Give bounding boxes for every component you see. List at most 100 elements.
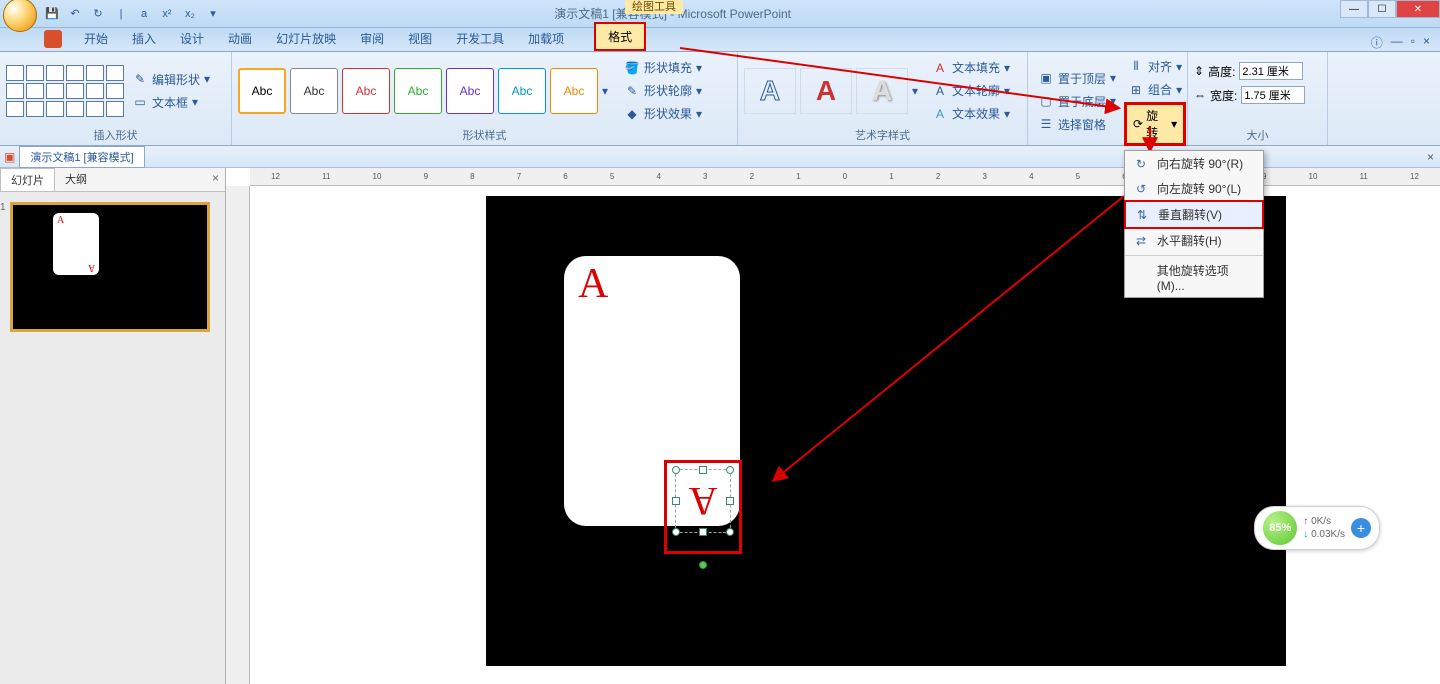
flip-vertical[interactable]: ⇅垂直翻转(V) xyxy=(1124,200,1264,229)
selection-pane-button[interactable]: ☰选择窗格 xyxy=(1034,114,1120,135)
ribbon-close-icon[interactable]: × xyxy=(1423,34,1430,51)
effects-icon: ◆ xyxy=(624,106,640,122)
text-box-label: 文本框 xyxy=(152,94,188,111)
text-box-button[interactable]: ▭文本框 ▾ xyxy=(128,92,214,113)
flip-horizontal[interactable]: ⇄水平翻转(H) xyxy=(1125,228,1263,253)
resize-handle[interactable] xyxy=(699,528,707,536)
side-tabs: 幻灯片 大纲 × xyxy=(0,168,225,192)
group-label-shape-styles: 形状样式 xyxy=(238,125,731,143)
qat-sep: | xyxy=(111,4,131,24)
minimize-button[interactable]: — xyxy=(1340,0,1368,18)
titlebar: 💾 ↶ ↻ | a x² x₂ ▾ 演示文稿1 [兼容模式] - Microso… xyxy=(0,0,1440,28)
send-back-button[interactable]: ▢置于底层 ▾ xyxy=(1034,91,1120,112)
height-input[interactable] xyxy=(1239,62,1303,80)
shape-effects-label: 形状效果 xyxy=(644,105,692,122)
resize-handle[interactable] xyxy=(726,497,734,505)
network-speed-widget[interactable]: 85% ↑ 0K/s ↓ 0.03K/s + xyxy=(1254,506,1380,550)
qat-extra-3[interactable]: x₂ xyxy=(180,4,200,24)
download-speed: 0.03K/s xyxy=(1311,529,1345,540)
text-effects-button[interactable]: A文本效果 ▾ xyxy=(928,103,1014,124)
maximize-button[interactable]: ☐ xyxy=(1368,0,1396,18)
tab-slides[interactable]: 幻灯片 xyxy=(0,168,55,191)
bring-front-label: 置于顶层 xyxy=(1058,70,1106,87)
more-rotate-options[interactable]: 其他旋转选项(M)... xyxy=(1125,258,1263,297)
upload-icon: ↑ xyxy=(1303,516,1308,527)
tab-home[interactable]: 开始 xyxy=(72,26,120,51)
gallery-more-icon[interactable]: ▾ xyxy=(602,84,608,98)
thumb-letter-top: A xyxy=(57,215,64,226)
selection-pane-label: 选择窗格 xyxy=(1058,116,1106,133)
tab-view[interactable]: 视图 xyxy=(396,26,444,51)
style-sample: Abc xyxy=(356,84,377,98)
wa-sample: A xyxy=(760,75,780,107)
resize-handle[interactable] xyxy=(726,466,734,474)
text-effects-label: 文本效果 xyxy=(952,105,1000,122)
flip-v-label: 垂直翻转(V) xyxy=(1158,206,1222,223)
rotate-label: 旋转 xyxy=(1146,107,1168,141)
tab-insert[interactable]: 插入 xyxy=(120,26,168,51)
shape-fill-label: 形状填充 xyxy=(644,59,692,76)
qat-extra-2[interactable]: x² xyxy=(157,4,177,24)
width-input[interactable] xyxy=(1241,86,1305,104)
tab-design[interactable]: 设计 xyxy=(168,26,216,51)
speed-plus-button[interactable]: + xyxy=(1351,518,1371,538)
edit-shape-label: 编辑形状 xyxy=(152,71,200,88)
tab-outline[interactable]: 大纲 xyxy=(55,168,97,191)
resize-handle[interactable] xyxy=(726,528,734,536)
tab-addins[interactable]: 加载项 xyxy=(516,26,576,51)
shape-gallery[interactable] xyxy=(6,65,124,117)
tab-format[interactable]: 格式 xyxy=(594,22,646,51)
ribbon-restore-icon[interactable]: ▫ xyxy=(1411,34,1415,51)
tab-review[interactable]: 审阅 xyxy=(348,26,396,51)
rotate-left-label: 向左旋转 90°(L) xyxy=(1157,180,1241,197)
qat-dropdown-icon[interactable]: ▾ xyxy=(203,4,223,24)
shape-outline-button[interactable]: ✎形状轮廓 ▾ xyxy=(620,80,706,101)
resize-handle[interactable] xyxy=(672,528,680,536)
side-close-icon[interactable]: × xyxy=(206,168,225,191)
resize-handle[interactable] xyxy=(699,466,707,474)
text-fill-label: 文本填充 xyxy=(952,59,1000,76)
wa-gallery-more-icon[interactable]: ▾ xyxy=(912,84,918,98)
resize-handle[interactable] xyxy=(672,466,680,474)
rotation-handle[interactable] xyxy=(699,561,707,569)
shape-fill-button[interactable]: 🪣形状填充 ▾ xyxy=(620,57,706,78)
undo-icon[interactable]: ↶ xyxy=(65,4,85,24)
style-sample: Abc xyxy=(564,84,585,98)
close-button[interactable]: ✕ xyxy=(1396,0,1440,18)
edit-shape-button[interactable]: ✎编辑形状 ▾ xyxy=(128,69,214,90)
shape-style-gallery[interactable]: Abc Abc Abc Abc Abc Abc Abc xyxy=(238,68,598,114)
resize-handle[interactable] xyxy=(672,497,680,505)
bring-front-button[interactable]: ▣置于顶层 ▾ xyxy=(1034,68,1120,89)
width-label: 宽度: xyxy=(1210,87,1237,104)
group-label-size: 大小 xyxy=(1194,125,1321,143)
wordart-gallery[interactable]: A A A xyxy=(744,68,908,114)
speed-text: ↑ 0K/s ↓ 0.03K/s xyxy=(1303,515,1345,541)
align-button[interactable]: ⫴对齐 ▾ xyxy=(1124,56,1186,77)
text-outline-button[interactable]: A文本轮廓 ▾ xyxy=(928,80,1014,101)
help-icon[interactable]: ⓘ xyxy=(1371,34,1383,51)
pen-icon: ✎ xyxy=(624,83,640,99)
text-fill-button[interactable]: A文本填充 ▾ xyxy=(928,57,1014,78)
speed-percent: 85% xyxy=(1263,511,1297,545)
document-tab[interactable]: 演示文稿1 [兼容模式] xyxy=(19,146,144,168)
rotate-right-label: 向右旋转 90°(R) xyxy=(1157,155,1243,172)
tab-developer[interactable]: 开发工具 xyxy=(444,26,516,51)
save-icon[interactable]: 💾 xyxy=(42,4,62,24)
shape-effects-button[interactable]: ◆形状效果 ▾ xyxy=(620,103,706,124)
qat-extra-1[interactable]: a xyxy=(134,4,154,24)
rotate-left-90[interactable]: ↺向左旋转 90°(L) xyxy=(1125,176,1263,201)
docbar-close-icon[interactable]: × xyxy=(1427,150,1434,164)
rotate-right-90[interactable]: ↻向右旋转 90°(R) xyxy=(1125,151,1263,176)
ribbon-minimize-icon[interactable]: — xyxy=(1391,34,1403,51)
group-wordart: A A A ▾ A文本填充 ▾ A文本轮廓 ▾ A文本效果 ▾ 艺术字样式 xyxy=(738,52,1028,145)
tab-animation[interactable]: 动画 xyxy=(216,26,264,51)
vertical-ruler xyxy=(226,186,250,684)
redo-icon[interactable]: ↻ xyxy=(88,4,108,24)
edit-shape-icon: ✎ xyxy=(132,71,148,87)
group-label: 组合 xyxy=(1148,81,1172,98)
tab-slideshow[interactable]: 幻灯片放映 xyxy=(264,26,348,51)
group-icon: ⊞ xyxy=(1128,82,1144,98)
group-button[interactable]: ⊞组合 ▾ xyxy=(1124,79,1186,100)
slide-thumbnail[interactable]: A A xyxy=(10,202,210,332)
rotate-button[interactable]: ⟳旋转 ▾ xyxy=(1124,102,1186,146)
